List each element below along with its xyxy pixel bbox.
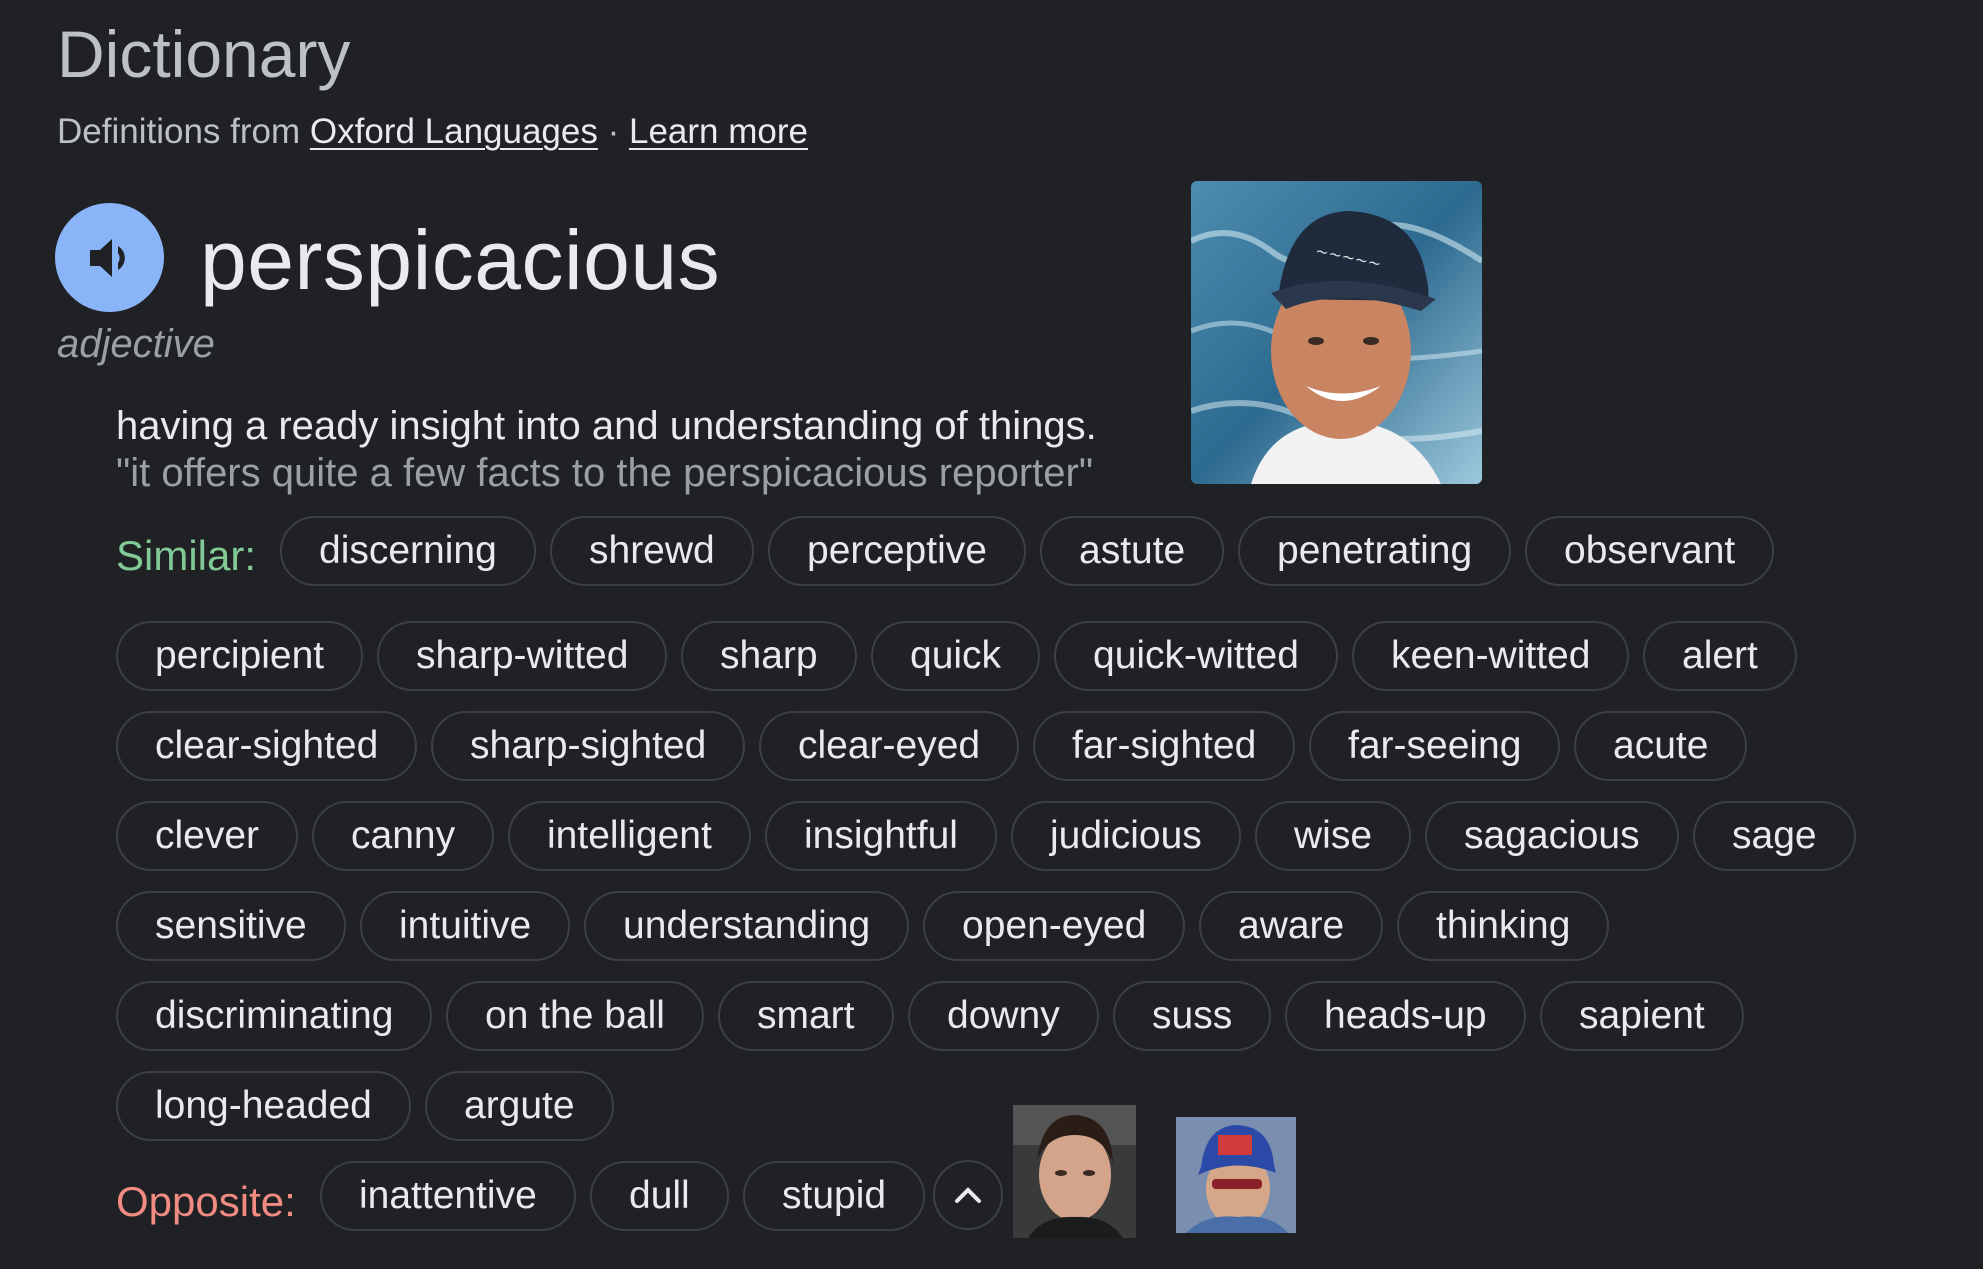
similar-word-chip[interactable]: sapient [1540,981,1744,1051]
similar-word-chip[interactable]: penetrating [1238,516,1512,586]
similar-word-chip[interactable]: long-headed [116,1071,411,1141]
similar-word-chip[interactable]: heads-up [1285,981,1526,1051]
source-prefix: Definitions from [57,112,301,151]
opposite-word-chip[interactable]: dull [590,1161,729,1231]
thumbnail-image-2[interactable] [1176,1117,1296,1233]
similar-word-chip[interactable]: open-eyed [923,891,1186,961]
similar-word-chip[interactable]: judicious [1011,801,1241,871]
similar-word-chip[interactable]: understanding [584,891,910,961]
chevron-up-icon [955,1187,981,1203]
headword: perspicacious [200,213,721,307]
opposite-word-chip[interactable]: inattentive [320,1161,576,1231]
similar-word-chip[interactable]: quick [871,621,1041,691]
source-separator: · [607,112,620,151]
similar-word-chip[interactable]: clear-eyed [759,711,1020,781]
similar-word-chip[interactable]: alert [1643,621,1797,691]
similar-word-chip[interactable]: sharp-sighted [431,711,746,781]
similar-word-chip[interactable]: acute [1574,711,1748,781]
similar-word-chip[interactable]: quick-witted [1054,621,1338,691]
similar-word-chip[interactable]: smart [718,981,894,1051]
similar-word-chip[interactable]: on the ball [446,981,704,1051]
pronunciation-button[interactable] [55,203,164,312]
similar-word-chip[interactable]: sharp-witted [377,621,668,691]
similar-word-chip[interactable]: observant [1525,516,1775,586]
similar-word-chip[interactable]: astute [1040,516,1225,586]
similar-word-chip[interactable]: percipient [116,621,364,691]
similar-word-chip[interactable]: discerning [280,516,536,586]
similar-word-chip[interactable]: far-sighted [1033,711,1296,781]
similar-word-chip[interactable]: insightful [765,801,997,871]
similar-word-chip[interactable]: intuitive [360,891,571,961]
similar-word-chip[interactable]: far-seeing [1309,711,1561,781]
similar-word-chip[interactable]: sensitive [116,891,346,961]
example-sentence: "it offers quite a few facts to the pers… [116,451,1094,495]
similar-word-chip[interactable]: canny [312,801,495,871]
definitions-source: Definitions from Oxford Languages · Lear… [57,108,808,156]
similar-word-chip[interactable]: perceptive [768,516,1026,586]
similar-word-chip[interactable]: sharp [681,621,857,691]
similar-word-chip[interactable]: sage [1693,801,1856,871]
similar-word-chip[interactable]: discriminating [116,981,433,1051]
opposite-label: Opposite: [116,1178,296,1225]
definition-text: having a ready insight into and understa… [116,404,1097,448]
similar-word-chip[interactable]: shrewd [550,516,754,586]
thumbnail-image-1[interactable] [1013,1105,1136,1238]
volume-speaker-icon [89,238,125,277]
word-image-photo[interactable]: ~~~~~ [1191,181,1482,484]
similar-word-chip[interactable]: wise [1255,801,1412,871]
similar-word-chip[interactable]: sagacious [1425,801,1679,871]
similar-word-chip[interactable]: intelligent [508,801,751,871]
dictionary-title: Dictionary [57,17,351,91]
similar-word-chip[interactable]: clear-sighted [116,711,418,781]
similar-word-chip[interactable]: clever [116,801,299,871]
collapse-synonyms-button[interactable] [933,1160,1003,1230]
similar-word-chip[interactable]: thinking [1397,891,1610,961]
similar-word-chip[interactable]: suss [1113,981,1272,1051]
oxford-languages-link[interactable]: Oxford Languages [310,112,598,151]
similar-label: Similar: [116,532,257,579]
similar-word-chip[interactable]: aware [1199,891,1384,961]
similar-word-chip[interactable]: argute [425,1071,614,1141]
opposite-word-chip[interactable]: stupid [743,1161,926,1231]
similar-word-chip[interactable]: downy [908,981,1099,1051]
part-of-speech: adjective [57,322,215,366]
learn-more-link[interactable]: Learn more [629,112,808,151]
similar-word-chip[interactable]: keen-witted [1352,621,1630,691]
